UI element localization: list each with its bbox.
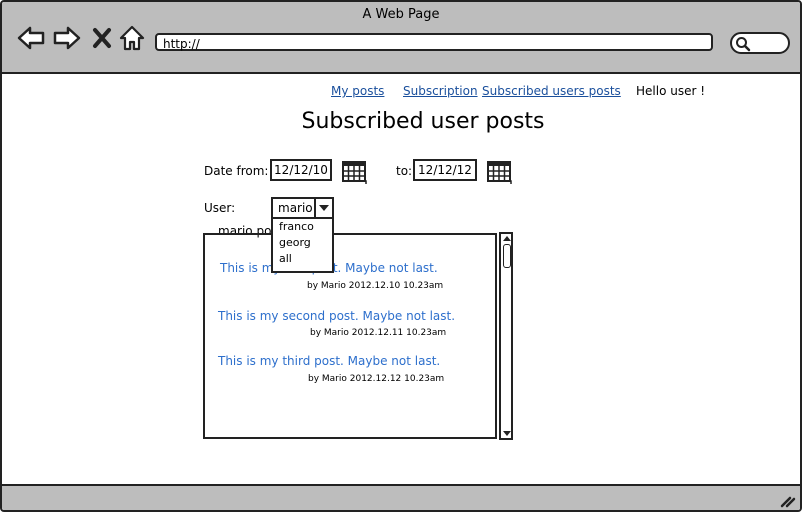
- home-icon[interactable]: [118, 24, 146, 52]
- stop-x-icon[interactable]: [90, 24, 114, 52]
- calendar-from-icon[interactable]: [342, 159, 368, 185]
- back-arrow-icon[interactable]: [16, 24, 46, 52]
- post-meta: by Mario 2012.12.11 10.23am: [310, 328, 447, 338]
- user-dropdown-list: franco georg all: [271, 217, 334, 273]
- date-from-label: Date from:: [204, 164, 269, 178]
- url-input[interactable]: http://: [155, 33, 713, 51]
- nav-link-subscribed-users-posts[interactable]: Subscribed users posts: [482, 84, 621, 98]
- user-label: User:: [204, 201, 236, 215]
- date-to-label: to:: [396, 164, 413, 178]
- chevron-down-icon: [319, 205, 329, 211]
- resize-grip-icon[interactable]: [778, 492, 796, 508]
- user-option[interactable]: georg: [273, 235, 332, 251]
- scrollbar-thumb[interactable]: [503, 244, 511, 268]
- window-title: A Web Page: [362, 7, 440, 22]
- user-option[interactable]: franco: [273, 219, 332, 235]
- page-title: Subscribed user posts: [301, 109, 545, 134]
- calendar-to-icon[interactable]: [487, 159, 513, 185]
- nav-link-my-posts[interactable]: My posts: [331, 84, 384, 98]
- status-bar: [2, 484, 800, 510]
- post-meta: by Mario 2012.12.10 10.23am: [307, 281, 444, 291]
- nav-link-subscription[interactable]: Subscription: [403, 84, 478, 98]
- posts-scrollbar[interactable]: [499, 232, 513, 440]
- forward-arrow-icon[interactable]: [52, 24, 82, 52]
- browser-toolbar: A Web Page http://: [2, 2, 800, 74]
- scroll-down-icon[interactable]: [502, 430, 512, 438]
- user-select[interactable]: mario: [271, 197, 334, 219]
- date-from-input[interactable]: 12/12/10: [270, 159, 332, 181]
- user-option[interactable]: all: [273, 251, 332, 267]
- user-greeting: Hello user !: [636, 84, 706, 98]
- dropdown-toggle[interactable]: [314, 199, 332, 217]
- browser-window: A Web Page http:// My posts Subscription…: [0, 0, 802, 512]
- post-meta: by Mario 2012.12.12 10.23am: [308, 374, 445, 384]
- post-title[interactable]: This is my third post. Maybe not last.: [218, 354, 440, 368]
- search-icon: [736, 37, 751, 52]
- search-field[interactable]: [730, 32, 790, 54]
- user-selected-value: mario: [278, 201, 313, 215]
- date-to-input[interactable]: 12/12/12: [413, 159, 477, 181]
- scroll-up-icon[interactable]: [502, 234, 512, 242]
- post-title[interactable]: This is my second post. Maybe not last.: [218, 309, 455, 323]
